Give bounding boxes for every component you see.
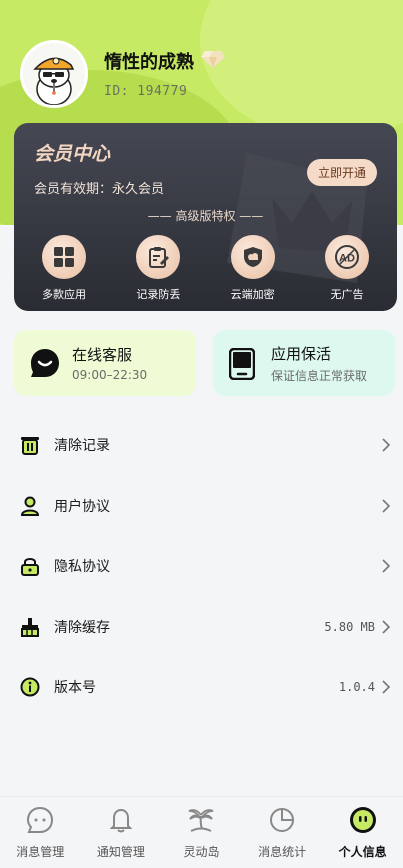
chevron-right-icon xyxy=(382,559,391,573)
menu-label: 清除记录 xyxy=(54,438,110,455)
vip-features: 多款应用 记录防丢 云端加密 AD 无广告 xyxy=(14,235,397,302)
menu-privacy-agreement[interactable]: 隐私协议 xyxy=(0,536,403,597)
feature-cloud-encrypt[interactable]: 云端加密 xyxy=(211,235,295,302)
feature-record-backup[interactable]: 记录防丢 xyxy=(116,235,200,302)
pie-chart-icon xyxy=(267,805,297,835)
online-service-card[interactable]: 在线客服 09:00–22:30 xyxy=(14,330,196,396)
bell-icon xyxy=(106,805,136,835)
shield-cloud-icon xyxy=(230,235,275,279)
avatar[interactable] xyxy=(20,40,88,108)
online-service-title: 在线客服 xyxy=(72,346,133,364)
menu-clear-records[interactable]: 清除记录 xyxy=(0,415,403,476)
grid-icon xyxy=(42,235,86,279)
face-icon xyxy=(348,805,378,835)
privileges-divider: —— 高级版特权 —— xyxy=(147,209,264,223)
tab-personal-info[interactable]: 个人信息 xyxy=(322,797,403,868)
tab-message-management[interactable]: 消息管理 xyxy=(0,797,81,868)
menu-clear-cache[interactable]: 清除缓存 5.80 MB xyxy=(0,597,403,658)
lock-icon xyxy=(20,556,40,577)
vip-title: 会员中心 xyxy=(34,143,111,165)
clipboard-edit-icon xyxy=(136,235,181,279)
trash-icon xyxy=(20,435,40,456)
user-id: ID: 194779 xyxy=(104,84,188,99)
app-keepalive-card[interactable]: 应用保活 保证信息正常获取 xyxy=(213,330,395,396)
tab-message-statistics[interactable]: 消息统计 xyxy=(242,797,323,868)
menu-label: 版本号 xyxy=(54,680,96,697)
tablet-icon xyxy=(228,347,259,381)
username-row: 惰性的成熟 xyxy=(104,48,226,74)
chevron-right-icon xyxy=(382,620,391,634)
online-service-hours: 09:00–22:30 xyxy=(72,368,148,382)
menu-label: 清除缓存 xyxy=(54,619,110,636)
chevron-right-icon xyxy=(382,499,391,513)
chevron-right-icon xyxy=(382,438,391,452)
info-icon xyxy=(20,677,40,697)
feature-label: 云端加密 xyxy=(230,288,275,301)
tab-label: 个人信息 xyxy=(338,845,387,859)
cartoon-dog-avatar-icon xyxy=(23,43,85,105)
feature-multi-app[interactable]: 多款应用 xyxy=(22,235,106,302)
feature-label: 记录防丢 xyxy=(136,288,181,301)
username: 惰性的成熟 xyxy=(104,52,194,73)
island-palm-icon xyxy=(186,805,216,835)
tab-label: 灵动岛 xyxy=(183,845,220,859)
feature-no-ads[interactable]: AD 无广告 xyxy=(305,235,389,302)
tab-notification-management[interactable]: 通知管理 xyxy=(81,797,162,868)
settings-menu: 清除记录 用户协议 隐私协议 清除缓存 5.80 MB 版本号 1.0.4 xyxy=(0,415,403,718)
tab-label: 消息管理 xyxy=(16,845,65,859)
message-icon xyxy=(25,805,55,835)
tab-label: 消息统计 xyxy=(258,845,307,859)
version-number: 1.0.4 xyxy=(338,680,375,695)
bottom-tab-bar: 消息管理 通知管理 灵动岛 消息统计 个人信息 xyxy=(0,796,403,868)
app-keepalive-title: 应用保活 xyxy=(271,344,332,363)
menu-user-agreement[interactable]: 用户协议 xyxy=(0,476,403,537)
feature-label: 多款应用 xyxy=(42,288,86,301)
feature-label: 无广告 xyxy=(330,288,364,301)
tab-dynamic-island[interactable]: 灵动岛 xyxy=(161,797,242,868)
tab-label: 通知管理 xyxy=(96,845,145,859)
broom-icon xyxy=(20,617,40,637)
cache-size: 5.80 MB xyxy=(324,619,375,634)
open-vip-button[interactable]: 立即开通 xyxy=(306,159,377,186)
vip-expiry: 会员有效期：永久会员 xyxy=(34,182,165,197)
ad-block-icon: AD xyxy=(324,235,369,279)
user-icon xyxy=(20,496,40,516)
diamond-icon xyxy=(200,49,226,73)
vip-card[interactable]: 会员中心 会员有效期：永久会员 立即开通 —— 高级版特权 —— 多款应用 记录… xyxy=(14,123,397,311)
chevron-right-icon xyxy=(382,680,391,694)
menu-label: 用户协议 xyxy=(54,498,110,515)
menu-label: 隐私协议 xyxy=(54,559,110,576)
app-keepalive-subtitle: 保证信息正常获取 xyxy=(271,368,368,383)
chat-bubble-icon xyxy=(30,348,60,378)
menu-version[interactable]: 版本号 1.0.4 xyxy=(0,657,403,718)
